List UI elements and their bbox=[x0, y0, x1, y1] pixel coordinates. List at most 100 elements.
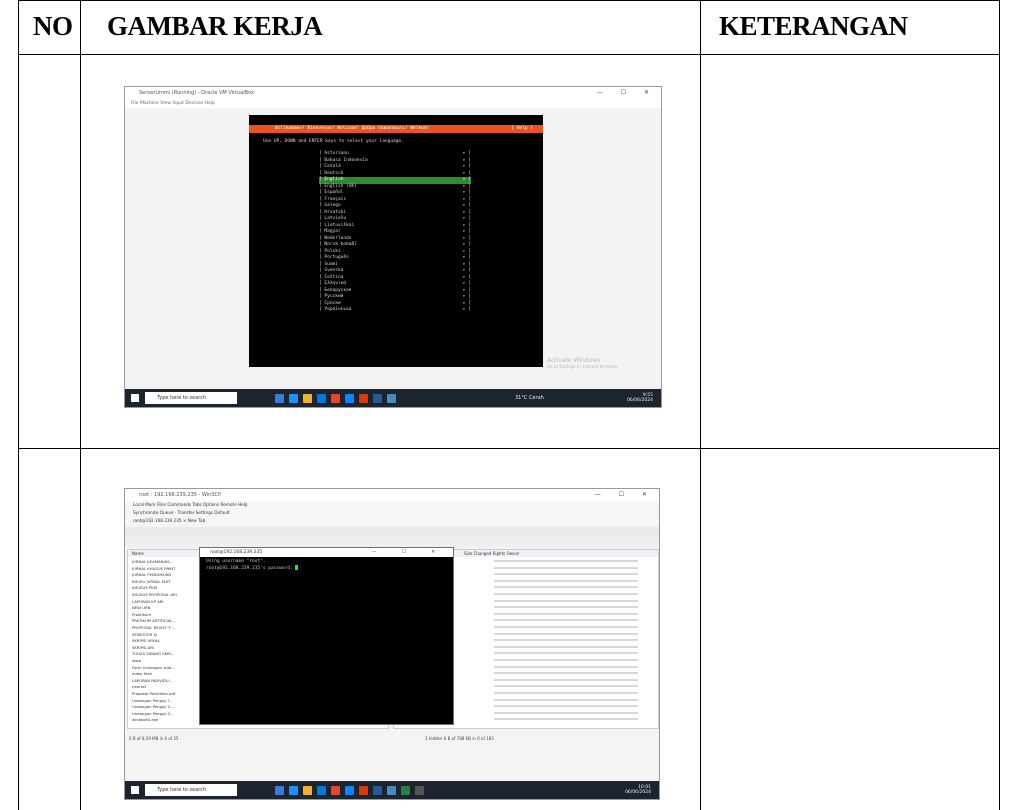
app-icon bbox=[331, 394, 340, 403]
remote-file-row[interactable] bbox=[494, 566, 638, 569]
local-file-name[interactable]: Proposal Penelitian.pdf bbox=[132, 691, 175, 696]
remote-file-row[interactable] bbox=[494, 718, 638, 721]
col-divider-no bbox=[80, 1, 81, 810]
local-file-name[interactable]: Undangan Penguji 3... bbox=[132, 711, 174, 716]
winscp-menubar: Local Mark Files Commands Tabs Options R… bbox=[125, 501, 659, 509]
explorer-icon bbox=[303, 786, 312, 795]
language-option-label: English bbox=[324, 177, 344, 182]
language-option-label: Português bbox=[324, 255, 349, 260]
language-option-label: Español bbox=[324, 190, 344, 195]
language-option[interactable]: [ Українська ▸ ] bbox=[319, 307, 471, 314]
header-gambar-kerja: GAMBAR KERJA bbox=[107, 11, 323, 41]
winscp-toolbar: Synchronize Queue · Transfer Settings De… bbox=[125, 509, 659, 517]
explorer-icon bbox=[303, 394, 312, 403]
local-file-name[interactable]: JURNAL KEAMANAN... bbox=[132, 559, 173, 564]
remote-file-row[interactable] bbox=[494, 560, 638, 562]
language-option-label: Suomi bbox=[324, 261, 338, 267]
remote-file-row[interactable] bbox=[494, 659, 638, 661]
taskview-icon bbox=[275, 394, 284, 403]
remote-file-row[interactable] bbox=[494, 678, 638, 681]
remote-file-row[interactable] bbox=[494, 573, 638, 576]
local-file-name[interactable]: KHUSUS PROPOSAL ARI bbox=[132, 592, 177, 597]
remote-file-row[interactable] bbox=[494, 711, 638, 714]
remote-file-row[interactable] bbox=[494, 652, 638, 655]
local-file-name[interactable]: PROPOSAL REVISI 'Y'... bbox=[132, 625, 175, 630]
remote-file-row[interactable] bbox=[494, 685, 638, 688]
office-icon bbox=[359, 786, 368, 795]
taskview-icon bbox=[275, 786, 284, 795]
putty-line-2: root@192.168.239.235's password: bbox=[206, 565, 298, 571]
edge-icon bbox=[289, 786, 298, 795]
local-file-name[interactable]: PRATIKUM ARTIFICIAL... bbox=[132, 618, 176, 623]
remote-file-row[interactable] bbox=[494, 579, 638, 582]
language-option-label: Lietuviškai bbox=[324, 222, 355, 228]
vbox-icon bbox=[387, 394, 396, 403]
local-file-name[interactable]: TUGAS SIDANG SKRI... bbox=[132, 651, 175, 656]
remote-file-row[interactable] bbox=[494, 612, 638, 615]
putty-title: root@192.168.239.235 bbox=[210, 550, 263, 555]
winscp-titlebar: root - 192.168.239.235 - WinSCP — ☐ ✕ bbox=[125, 489, 659, 501]
local-file-name[interactable]: LAPORAN INDIVIDU... bbox=[132, 678, 172, 683]
local-file-name[interactable]: NEW URN bbox=[132, 605, 150, 610]
local-file-name[interactable]: index.html bbox=[132, 671, 152, 676]
remote-file-row[interactable] bbox=[494, 619, 638, 622]
taskbar-search: Type here to search bbox=[145, 784, 237, 796]
vbox-icon bbox=[387, 786, 396, 795]
activate-windows-watermark: Activate Windows Go to Settings to activ… bbox=[547, 357, 619, 369]
remote-file-row[interactable] bbox=[494, 645, 638, 648]
local-file-name[interactable]: Undangan Penguji 2... bbox=[132, 704, 174, 709]
windows-start-icon bbox=[131, 394, 139, 402]
local-file-name[interactable]: new.txt bbox=[132, 684, 146, 689]
window-controls-icon: — ☐ ✕ bbox=[594, 491, 655, 498]
remote-file-row[interactable] bbox=[494, 665, 638, 668]
remote-file-row[interactable] bbox=[494, 599, 638, 602]
local-file-name[interactable]: winbox64.exe bbox=[132, 717, 158, 722]
store-icon bbox=[317, 786, 326, 795]
local-file-name[interactable]: www bbox=[132, 658, 141, 663]
remote-file-row[interactable] bbox=[494, 672, 638, 675]
winscp-icon bbox=[401, 786, 410, 795]
language-list: [ Asturianu ▸ ][ Bahasa Indonesia ▸ ][ Cat… bbox=[319, 151, 471, 314]
local-file-name[interactable]: Form Undangan sida... bbox=[132, 665, 175, 670]
local-file-name[interactable]: KHUSU JURNAL EDIT bbox=[132, 579, 171, 584]
local-file-name[interactable]: SKRIPSI ARI bbox=[132, 645, 154, 650]
remote-file-row[interactable] bbox=[494, 698, 638, 701]
local-file-name[interactable]: JURNAL PENDUKUNG bbox=[132, 572, 171, 577]
window-controls-icon: — ☐ ✕ bbox=[596, 89, 657, 96]
language-option-label: Српски bbox=[324, 300, 341, 306]
winscp-path-bar bbox=[125, 527, 659, 537]
local-file-name[interactable]: SKRIPSI ARYA4 bbox=[132, 638, 160, 643]
remote-file-row[interactable] bbox=[494, 692, 638, 694]
remote-file-row[interactable] bbox=[494, 705, 638, 708]
putty-icon bbox=[415, 786, 424, 795]
local-file-name[interactable]: Undangan Penguji I... bbox=[132, 698, 172, 703]
remote-file-row[interactable] bbox=[494, 626, 638, 628]
activate-windows-title: Activate Windows bbox=[547, 357, 601, 364]
local-status: 0 B of 8.29 MB in 0 of 25 bbox=[129, 736, 179, 741]
remote-file-row[interactable] bbox=[494, 639, 638, 642]
remote-file-row[interactable] bbox=[494, 606, 638, 609]
local-file-name[interactable]: SEMESTER VI bbox=[132, 632, 157, 637]
document-table: NO GAMBAR KERJA KETERANGAN ServerUmmi (R… bbox=[18, 0, 1000, 810]
local-file-name[interactable]: JURNAL KHUSUS PRINT bbox=[132, 566, 175, 571]
local-file-name[interactable]: Praktikum bbox=[132, 612, 151, 617]
remote-file-row[interactable] bbox=[494, 593, 638, 595]
winscp-statusbar: 0 B of 8.29 MB in 0 of 25 3 hidden 0 B o… bbox=[125, 735, 659, 743]
system-clock: 10:01 06/06/2024 bbox=[625, 785, 651, 795]
remote-file-row[interactable] bbox=[494, 632, 638, 635]
chrome-icon bbox=[345, 786, 354, 795]
language-prompt: Use UP, DOWN and ENTER keys to select yo… bbox=[263, 139, 404, 144]
system-clock: 9:55 06/06/2024 bbox=[627, 393, 653, 403]
winscp-session-tabs: root@192.168.239.235 × New Tab bbox=[125, 517, 659, 525]
local-name-header: Name bbox=[132, 551, 144, 556]
office-icon bbox=[359, 394, 368, 403]
windows-start-icon bbox=[131, 786, 139, 794]
remote-file-row[interactable] bbox=[494, 586, 638, 589]
local-file-name[interactable]: LAPORAN KP ARI bbox=[132, 599, 164, 604]
local-file-name[interactable]: KHUSUS PKM bbox=[132, 585, 157, 590]
terminal-cursor-icon bbox=[294, 565, 298, 570]
vm-console: Willkommen! Bienvenue! Welcome! Добро по… bbox=[249, 115, 543, 367]
edge-icon bbox=[289, 394, 298, 403]
word-icon bbox=[373, 786, 382, 795]
winscp-title: root - 192.168.239.235 - WinSCP bbox=[139, 492, 222, 498]
